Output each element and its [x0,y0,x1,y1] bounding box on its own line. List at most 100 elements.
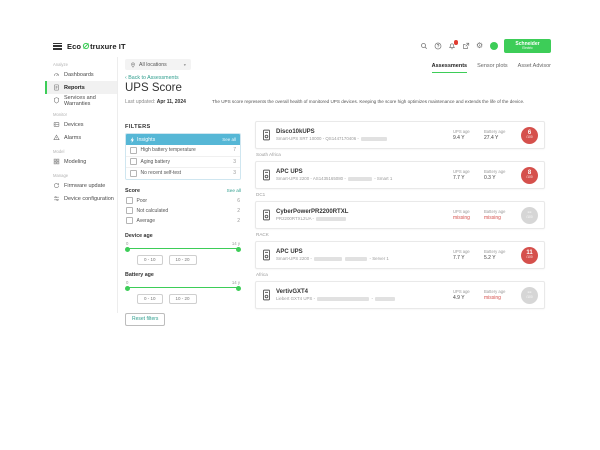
device-location: RACK [256,232,545,238]
slider-handle-max[interactable] [236,247,241,252]
insight-filter-high-battery-temperature[interactable]: High battery temperature 7 [126,145,240,156]
ups-age-label: UPS age [453,289,484,294]
battery-age-value: missing [484,215,515,221]
checkbox[interactable] [130,147,137,154]
checkbox[interactable] [126,207,133,214]
dashboard-icon [53,71,60,78]
score-filter-not-calculated[interactable]: Not calculated 2 [125,206,241,216]
insights-see-all[interactable]: See all [222,137,236,142]
filter-count: 2 [237,208,240,214]
ups-age-value: 7.7 Y [453,255,484,261]
score-badge: 11 /100 [521,247,538,264]
tab-assessments[interactable]: Assessments [432,63,467,73]
slider-handle-max[interactable] [236,286,241,291]
redacted-text [348,177,372,181]
battery-age-label: Battery age [484,169,515,174]
avatar[interactable] [490,42,498,50]
last-updated-value: Apr 11, 2024 [157,99,186,105]
device-card[interactable]: Disco10kUPS Smart-UPS SRT 10000 - QS1447… [255,121,545,149]
device-age-title: Device age [125,233,241,239]
notifications-bell-icon[interactable] [448,42,456,50]
device-age-slider[interactable] [125,246,241,252]
sidebar-item-device-configuration[interactable]: Device configuration [45,192,117,205]
location-pin-icon [130,62,136,68]
battery-age-slider[interactable] [125,285,241,291]
back-link[interactable]: ‹ Back to Assessments [125,75,179,81]
sidebar-item-devices[interactable]: Devices [45,118,117,131]
checkbox[interactable] [130,170,137,177]
device-name: APC UPS [276,249,453,255]
battery-age-label: Battery age [484,209,515,214]
back-link-label: Back to Assessments [128,75,178,81]
device-subtitle: PR2200RTXL2UA - [276,216,453,221]
ups-age-value: missing [453,215,484,221]
tab-asset-advisor[interactable]: Asset Advisor [518,63,551,73]
filter-label: Poor [137,198,148,204]
score-filter-poor[interactable]: Poor 6 [125,196,241,206]
filters-panel: FILTERS Insights See all High battery te… [125,124,241,326]
score-see-all[interactable]: See all [227,188,241,193]
age-range-button[interactable]: 0 - 10 [137,255,163,265]
device-card[interactable]: VertivGXT4 Liebert GXT4 UPS - - UPS age … [255,281,545,309]
hamburger-menu-icon[interactable] [53,43,62,50]
topbar: Eco truxure IT ⚙ Schneider [45,35,555,57]
redacted-text [316,217,346,221]
sidebar-item-alarms[interactable]: Alarms [45,131,117,144]
checkbox[interactable] [126,217,133,224]
sidebar-item-modeling[interactable]: Modeling [45,155,117,168]
checkbox[interactable] [126,197,133,204]
filter-label: No recent self-test [141,170,182,176]
page-description: The UPS score represents the overall hea… [212,99,549,104]
reset-filters-button[interactable]: Reset filters [125,313,165,326]
sidebar-item-dashboards[interactable]: Dashboards [45,68,117,81]
filters-title: FILTERS [125,124,241,130]
logo-text-suffix: truxure IT [90,42,126,51]
device-group: Disco10kUPS Smart-UPS SRT 10000 - QS1447… [255,121,545,158]
help-icon[interactable] [434,42,442,50]
device-list: Disco10kUPS Smart-UPS SRT 10000 - QS1447… [255,121,545,321]
location-filter-dropdown[interactable]: All locations ▾ [125,59,191,70]
tab-sensor-plots[interactable]: Sensor plots [477,63,508,73]
battery-age-value: 5.2 Y [484,255,515,261]
services-icon [53,97,60,104]
gear-icon[interactable]: ⚙ [476,42,484,50]
insights-header[interactable]: Insights See all [126,134,240,145]
firmware-icon [53,182,60,189]
ups-device-icon [262,169,271,181]
age-range-button[interactable]: 10 - 20 [169,294,197,304]
score-filter-title: Score [125,188,140,194]
insight-filter-no-recent-self-test[interactable]: No recent self-test 3 [126,167,240,179]
sidebar-item-label: Firmware update [64,183,105,189]
ups-device-icon [262,289,271,301]
age-range-button[interactable]: 10 - 20 [169,255,197,265]
slider-handle-min[interactable] [125,247,130,252]
chevron-down-icon: ▾ [184,62,186,67]
sidebar-item-services-and-warranties[interactable]: Services and Warranties [45,94,117,107]
insight-filter-aging-battery[interactable]: Aging battery 3 [126,156,240,168]
ecostruxure-logo: Eco truxure IT [67,42,126,51]
search-icon[interactable] [420,42,428,50]
sidebar-section: Manage Firmware update Device configurat… [45,173,117,205]
score-filter-average[interactable]: Average 2 [125,216,241,226]
config-icon [53,195,60,202]
sidebar-item-reports[interactable]: Reports [45,81,117,94]
sidebar-item-label: Reports [64,85,85,91]
insights-filter-box: Insights See all High battery temperatur… [125,133,241,180]
device-group: APC UPS Smart-UPS 2200 - - Server 1 UPS … [255,241,545,278]
brand-line2: Electric [522,47,532,50]
device-card[interactable]: APC UPS Smart-UPS 2200 - AS1435165080 - … [255,161,545,189]
slider-handle-min[interactable] [125,286,130,291]
sidebar-item-label: Dashboards [64,72,94,78]
logo-text-prefix: Eco [67,42,81,51]
device-card[interactable]: APC UPS Smart-UPS 2200 - - Server 1 UPS … [255,241,545,269]
device-group: VertivGXT4 Liebert GXT4 UPS - - UPS age … [255,281,545,318]
device-card[interactable]: CyberPowerPR2200RTXL PR2200RTXL2UA - UPS… [255,201,545,229]
age-range-button[interactable]: 0 - 10 [137,294,163,304]
redacted-text [317,297,369,301]
last-updated-label: Last updated: [125,99,155,105]
schneider-electric-logo[interactable]: Schneider Electric [504,39,551,53]
share-icon[interactable] [462,42,470,50]
score-badge: -- /100 [521,207,538,224]
sidebar-item-firmware-update[interactable]: Firmware update [45,179,117,192]
checkbox[interactable] [130,158,137,165]
